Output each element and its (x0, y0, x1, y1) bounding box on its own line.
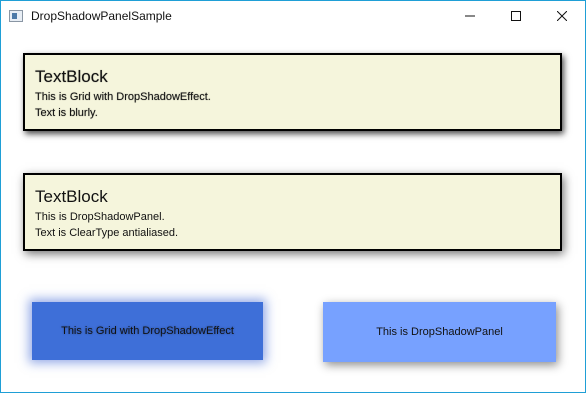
close-button[interactable] (539, 1, 585, 31)
blue-shadowpanel-label: This is DropShadowPanel (376, 326, 503, 338)
title-bar[interactable]: DropShadowPanelSample (1, 1, 585, 31)
panel-text-line: Text is ClearType antialiased. (35, 227, 179, 239)
blue-grid-dropshadow-box: This is Grid with DropShadowEffect (32, 302, 263, 360)
app-window: DropShadowPanelSample TextBlock This is … (0, 0, 586, 393)
maximize-button[interactable] (493, 1, 539, 31)
minimize-icon (465, 15, 475, 17)
window-title: DropShadowPanelSample (31, 9, 172, 23)
minimize-button[interactable] (447, 1, 493, 31)
app-window-icon (9, 10, 23, 22)
panel-text-line: This is Grid with DropShadowEffect. (35, 91, 211, 103)
panel-heading: TextBlock (35, 187, 108, 206)
grid-dropshadow-panel: TextBlock This is Grid with DropShadowEf… (23, 53, 562, 131)
panel-heading: TextBlock (35, 67, 108, 86)
maximize-icon (511, 11, 521, 21)
blue-grid-label: This is Grid with DropShadowEffect (61, 325, 234, 337)
close-icon (557, 11, 567, 21)
blue-dropshadowpanel-box: This is DropShadowPanel (323, 302, 556, 362)
panel-text-line: This is DropShadowPanel. (35, 211, 165, 223)
window-content: TextBlock This is Grid with DropShadowEf… (1, 31, 585, 392)
dropshadowpanel-panel: TextBlock This is DropShadowPanel. Text … (23, 173, 562, 251)
panel-text-line: Text is blurly. (35, 107, 98, 119)
